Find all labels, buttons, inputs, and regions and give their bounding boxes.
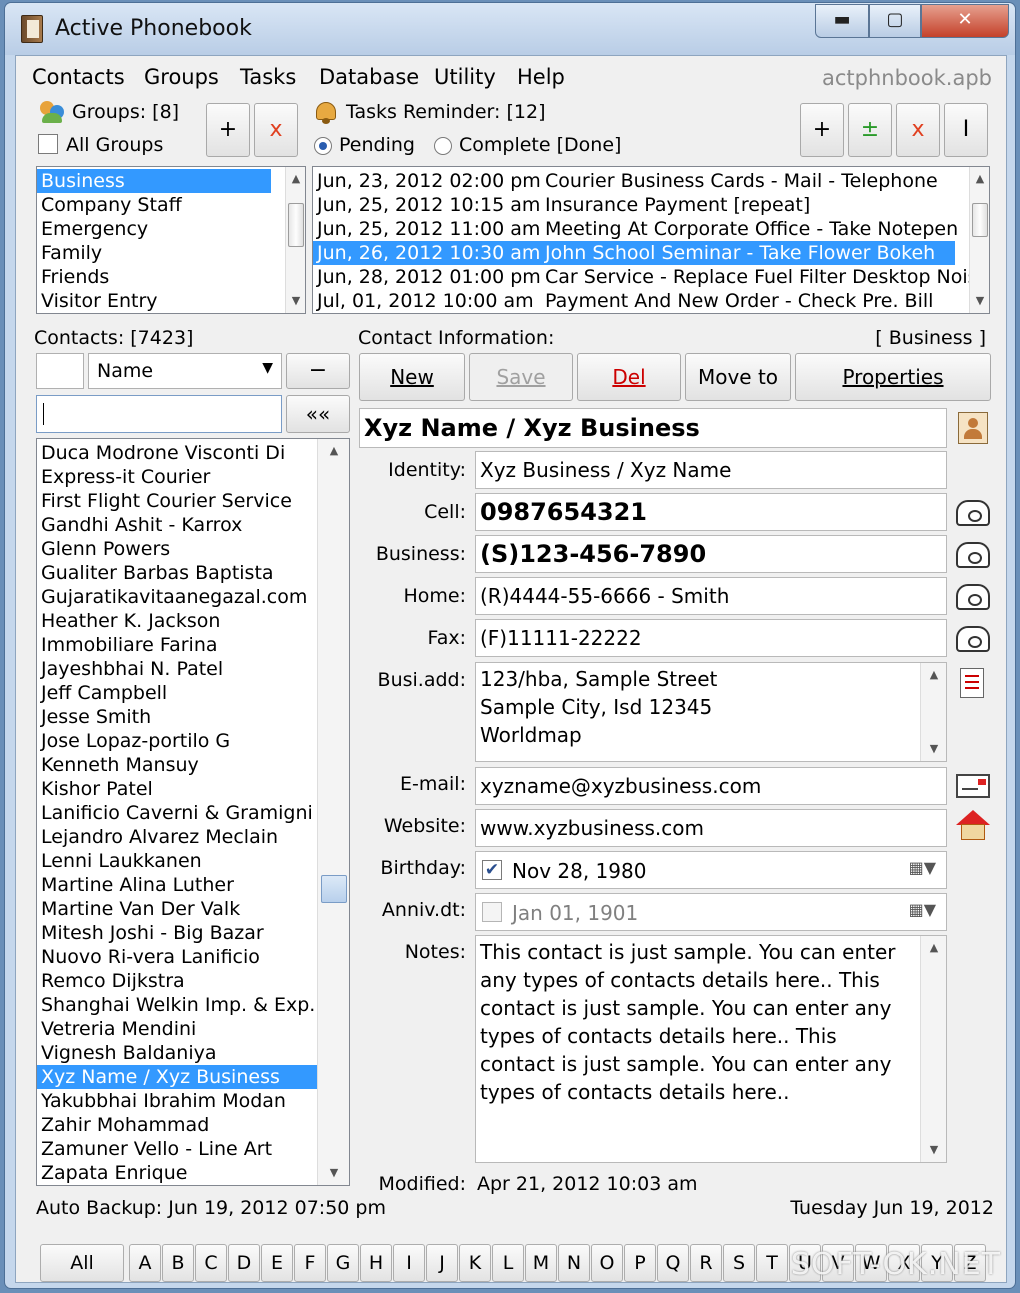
filter-letter-j-button[interactable]: J: [426, 1244, 458, 1282]
filter-letter-o-button[interactable]: O: [591, 1244, 623, 1282]
watermark: SOFT-OK.NET: [790, 1247, 1001, 1282]
filter-letter-l-button[interactable]: L: [492, 1244, 524, 1282]
filter-letter-d-button[interactable]: D: [228, 1244, 260, 1282]
filter-letter-c-button[interactable]: C: [195, 1244, 227, 1282]
filter-letter-n-button[interactable]: N: [558, 1244, 590, 1282]
filter-letter-b-button[interactable]: B: [162, 1244, 194, 1282]
filter-letter-r-button[interactable]: R: [690, 1244, 722, 1282]
filter-letter-f-button[interactable]: F: [294, 1244, 326, 1282]
filter-letter-p-button[interactable]: P: [624, 1244, 656, 1282]
filter-all-button[interactable]: All: [40, 1244, 124, 1282]
app-window: Active Phonebook ▬ ▢ ✕ Contacts Groups T…: [4, 2, 1016, 1289]
filter-letter-t-button[interactable]: T: [756, 1244, 788, 1282]
filter-letter-e-button[interactable]: E: [261, 1244, 293, 1282]
filter-letter-s-button[interactable]: S: [723, 1244, 755, 1282]
filter-letter-i-button[interactable]: I: [393, 1244, 425, 1282]
filter-letter-g-button[interactable]: G: [327, 1244, 359, 1282]
filter-letter-h-button[interactable]: H: [360, 1244, 392, 1282]
filter-letter-q-button[interactable]: Q: [657, 1244, 689, 1282]
client-area: Contacts Groups Tasks Database Utility H…: [15, 55, 1007, 1283]
filter-letter-a-button[interactable]: A: [129, 1244, 161, 1282]
filter-letter-k-button[interactable]: K: [459, 1244, 491, 1282]
alphabet-filter-bar: All A B C D E F G H I J K L M N O P Q R S T U V W X Y Z: [16, 4, 1008, 1282]
filter-letter-m-button[interactable]: M: [525, 1244, 557, 1282]
